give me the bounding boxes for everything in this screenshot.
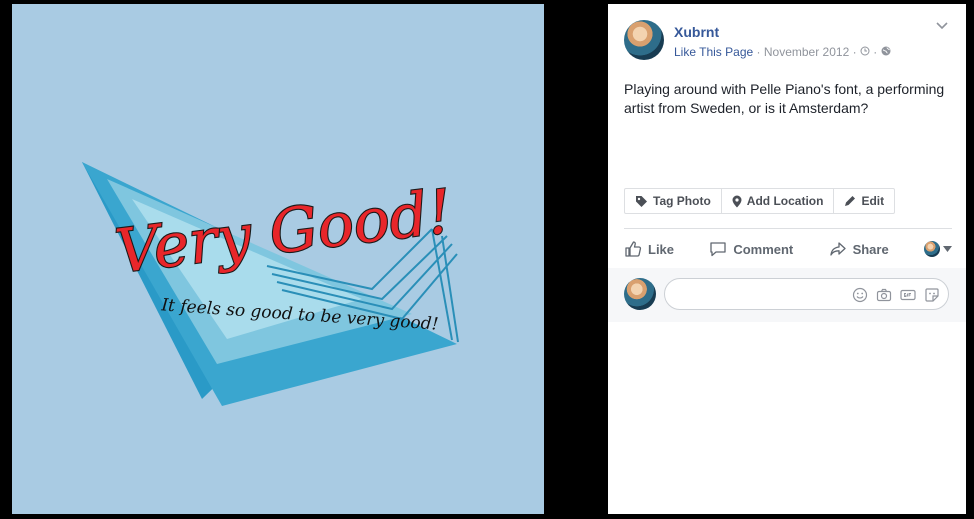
comment-composer [608,268,966,322]
edit-button[interactable]: Edit [834,189,894,213]
comment-input[interactable] [677,285,841,302]
photo-viewer: Very Good! It feels so good to be very g… [0,0,608,519]
share-label: Share [852,241,889,257]
reaction-bar: Like Comment Share [624,234,952,264]
add-location-button[interactable]: Add Location [722,189,835,213]
add-location-label: Add Location [746,194,824,208]
like-page-link[interactable]: Like This Page [674,45,753,59]
commenter-avatar [624,278,656,310]
globe-icon[interactable] [881,46,891,56]
tag-photo-label: Tag Photo [653,194,711,208]
caret-down-icon [943,246,952,252]
tag-photo-button[interactable]: Tag Photo [625,189,722,213]
post-date[interactable]: November 2012 [764,45,849,59]
share-icon [829,242,846,256]
camera-icon[interactable] [876,287,892,303]
share-button[interactable]: Share [829,240,889,258]
meta-separator: · [756,45,761,59]
divider [624,228,952,229]
very-good-artwork: Very Good! It feels so good to be very g… [82,162,459,406]
comment-label: Comment [733,241,794,257]
like-button[interactable]: Like [624,240,674,258]
comment-tools [852,287,940,303]
post-text: Playing around with Pelle Piano's font, … [624,81,945,116]
comment-button[interactable]: Comment [709,240,793,258]
chevron-down-icon[interactable] [936,22,948,30]
edit-label: Edit [861,194,885,208]
pencil-icon [845,196,856,206]
thumbs-up-icon [625,241,642,257]
meta-separator: · [852,45,857,59]
post-sidebar: Xubrnt Like This Page · November 2012 · … [608,4,966,514]
tag-icon [636,195,647,207]
like-label: Like [648,241,675,257]
page-name-link[interactable]: Xubrnt [674,24,719,40]
meta-separator: · [873,45,878,59]
page-avatar[interactable] [624,20,664,60]
comment-box[interactable] [664,278,949,310]
post-photo[interactable]: Very Good! It feels so good to be very g… [12,4,544,514]
clock-icon [860,46,870,56]
gif-icon[interactable] [900,287,916,303]
audience-selector[interactable] [924,241,952,257]
comment-icon [710,242,726,257]
sticker-icon[interactable] [924,287,940,303]
user-avatar [924,241,940,257]
location-pin-icon [732,195,742,207]
photo-actions: Tag Photo Add Location Edit [624,188,896,214]
post-meta: Like This Page · November 2012 · · [674,45,891,59]
emoji-icon[interactable] [852,287,868,303]
